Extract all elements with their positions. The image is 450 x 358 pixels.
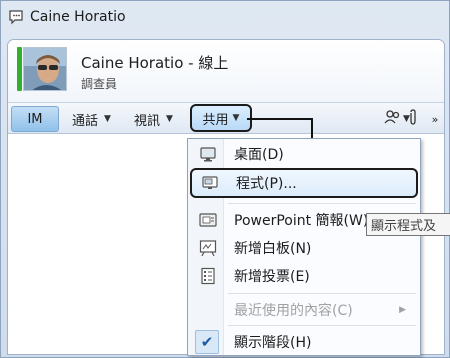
chevron-right-icon: ▶ — [399, 305, 406, 315]
whiteboard-icon — [199, 239, 217, 257]
title-bar: Caine Horatio — [1, 1, 449, 33]
avatar[interactable] — [23, 47, 67, 91]
program-window-icon — [201, 174, 219, 192]
conversation-toolbar: IM 通話 ▼ 視訊 ▼ 共用 ▼ ▼ » — [8, 102, 444, 134]
menu-item-label: 程式(P)... — [236, 176, 297, 192]
chevron-down-icon: ▼ — [232, 113, 240, 123]
chat-bubble-icon — [8, 9, 24, 25]
share-button[interactable]: 共用 ▼ — [190, 104, 252, 132]
menu-item-whiteboard[interactable]: 新增白板(N) — [188, 233, 420, 263]
menu-item-label: 桌面(D) — [234, 147, 284, 163]
menu-item-desktop[interactable]: 桌面(D) — [188, 139, 420, 169]
menu-item-show-stage[interactable]: ✔ 顯示階段(H) — [188, 327, 420, 357]
more-options-button[interactable]: » — [427, 107, 443, 131]
paperclip-icon — [408, 108, 418, 130]
menu-item-label: 最近使用的內容(C) — [234, 303, 353, 319]
call-label: 通話 — [72, 113, 99, 129]
desktop-icon — [199, 145, 217, 163]
tooltip: 顯示程式及 — [366, 213, 450, 236]
menu-item-poll[interactable]: 新增投票(E) — [188, 261, 420, 291]
presentation-icon — [199, 211, 217, 229]
share-menu: 桌面(D) 程式(P)... PowerPoint 簡報(W) 新增白板(N) … — [187, 138, 421, 356]
chevron-down-icon: ▼ — [166, 114, 173, 124]
video-button[interactable]: 視訊 ▼ — [134, 107, 173, 131]
contact-header: Caine Horatio - 線上 調查員 — [8, 40, 444, 102]
menu-item-label: 新增投票(E) — [234, 269, 310, 285]
presence-indicator — [17, 47, 22, 91]
menu-separator — [228, 293, 416, 294]
tooltip-text: 顯示程式及 — [371, 219, 437, 234]
call-button[interactable]: 通話 ▼ — [72, 107, 111, 131]
contact-name: Caine Horatio - 線上 — [81, 54, 229, 72]
window-title: Caine Horatio — [30, 9, 126, 25]
menu-separator — [228, 203, 416, 204]
menu-item-label: 新增白板(N) — [234, 241, 312, 257]
people-icon — [384, 109, 402, 129]
share-label: 共用 — [202, 112, 229, 128]
video-label: 視訊 — [134, 113, 161, 129]
menu-item-label: PowerPoint 簡報(W) — [234, 213, 369, 229]
contact-job-title: 調查員 — [81, 77, 118, 91]
callout-connector — [247, 118, 312, 120]
menu-item-recent-content: 最近使用的內容(C) ▶ — [188, 295, 420, 325]
menu-item-label: 顯示階段(H) — [234, 335, 312, 351]
menu-item-program[interactable]: 程式(P)... — [190, 168, 418, 198]
chevron-down-icon: ▼ — [104, 114, 111, 124]
checkmark-icon: ✔ — [195, 330, 219, 354]
im-tab-label: IM — [27, 111, 43, 127]
im-tab[interactable]: IM — [11, 106, 59, 132]
menu-separator — [228, 325, 416, 326]
attach-file-button[interactable] — [405, 107, 421, 131]
overflow-chevron-icon: » — [431, 112, 439, 126]
poll-icon — [199, 267, 217, 285]
